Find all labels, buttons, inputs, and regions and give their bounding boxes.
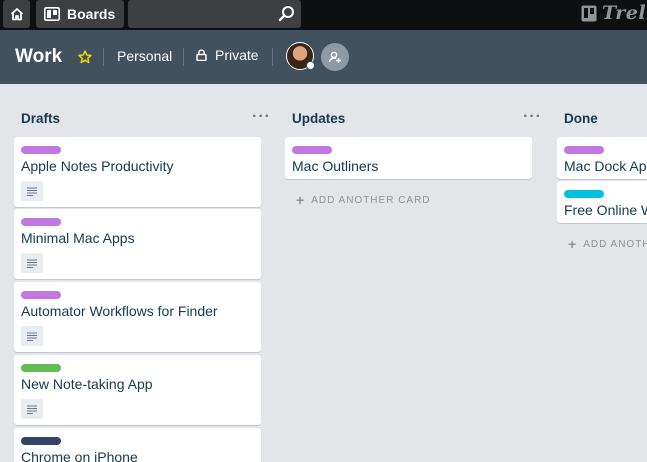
list-title[interactable]: Done bbox=[564, 111, 598, 126]
logo-text: Trello bbox=[602, 2, 647, 24]
card-label bbox=[21, 146, 61, 154]
card[interactable]: Mac Outliners bbox=[285, 137, 532, 179]
board-header: Work Personal Private bbox=[0, 30, 647, 84]
list-title[interactable]: Updates bbox=[292, 111, 345, 126]
plus-icon: + bbox=[568, 236, 578, 252]
star-button[interactable] bbox=[72, 46, 98, 68]
add-card-label: ADD ANOTH bbox=[583, 238, 647, 250]
card-label bbox=[21, 291, 61, 299]
card-title: Automator Workflows for Finder bbox=[21, 303, 218, 319]
boards-button[interactable]: Boards bbox=[36, 0, 124, 28]
list-header: Drafts ··· bbox=[14, 108, 276, 130]
search-input[interactable] bbox=[128, 0, 273, 28]
trello-logo-icon bbox=[581, 5, 597, 21]
description-icon bbox=[21, 399, 43, 419]
description-icon bbox=[21, 181, 43, 201]
home-icon bbox=[10, 8, 23, 21]
card[interactable]: New Note-taking App bbox=[14, 355, 261, 425]
card[interactable]: Free Online W bbox=[557, 181, 647, 223]
card-label bbox=[21, 364, 61, 372]
card-title: Minimal Mac Apps bbox=[21, 230, 135, 246]
avatar[interactable] bbox=[286, 42, 315, 70]
visibility-button[interactable]: Private bbox=[196, 47, 259, 63]
home-button[interactable] bbox=[3, 0, 30, 28]
card-label bbox=[21, 437, 61, 445]
star-icon bbox=[78, 50, 92, 64]
divider bbox=[103, 48, 104, 66]
description-icon bbox=[21, 326, 43, 346]
trello-logo[interactable]: Trello bbox=[581, 2, 647, 24]
card-title: Apple Notes Productivity bbox=[21, 158, 174, 174]
boards-label: Boards bbox=[67, 6, 116, 22]
card-title: Mac Outliners bbox=[292, 158, 379, 174]
visibility-label: Private bbox=[215, 47, 259, 63]
list-header: Done bbox=[557, 108, 647, 130]
list-menu-button[interactable]: ··· bbox=[523, 108, 542, 126]
list-menu-button[interactable]: ··· bbox=[252, 108, 271, 126]
boards-icon bbox=[44, 7, 60, 21]
card-label bbox=[21, 218, 61, 226]
card[interactable]: Mac Dock Ap bbox=[557, 137, 647, 179]
card-label bbox=[564, 146, 604, 154]
board-title[interactable]: Work bbox=[15, 46, 62, 68]
add-card-button[interactable]: + ADD ANOTHER CARD bbox=[296, 192, 431, 208]
card-title: New Note-taking App bbox=[21, 376, 153, 392]
divider bbox=[183, 48, 184, 66]
search-icon[interactable] bbox=[278, 5, 295, 22]
card[interactable]: Automator Workflows for Finder bbox=[14, 282, 261, 352]
list-title[interactable]: Drafts bbox=[21, 111, 60, 126]
lock-icon bbox=[196, 49, 207, 61]
card-title: Free Online W bbox=[564, 202, 647, 218]
avatar-badge bbox=[306, 61, 315, 70]
card-title: Mac Dock Ap bbox=[564, 158, 647, 174]
team-button[interactable]: Personal bbox=[117, 48, 172, 64]
search-box[interactable] bbox=[128, 0, 301, 28]
card[interactable]: Chrome on iPhone bbox=[14, 428, 261, 462]
card-label bbox=[564, 190, 604, 198]
add-member-button[interactable] bbox=[321, 43, 349, 71]
card-title: Chrome on iPhone bbox=[21, 449, 138, 462]
description-icon bbox=[21, 253, 43, 273]
add-card-label: ADD ANOTHER CARD bbox=[311, 194, 431, 206]
top-bar: Boards Trello bbox=[0, 0, 647, 30]
card[interactable]: Minimal Mac Apps bbox=[14, 209, 261, 279]
divider bbox=[272, 48, 273, 66]
plus-icon: + bbox=[296, 192, 306, 208]
card[interactable]: Apple Notes Productivity bbox=[14, 137, 261, 207]
card-label bbox=[292, 146, 332, 154]
board-canvas: Drafts ··· Apple Notes Productivity Mini… bbox=[0, 84, 647, 462]
add-member-icon bbox=[328, 51, 341, 63]
list-header: Updates ··· bbox=[285, 108, 547, 130]
add-card-button[interactable]: + ADD ANOTH bbox=[568, 236, 647, 252]
